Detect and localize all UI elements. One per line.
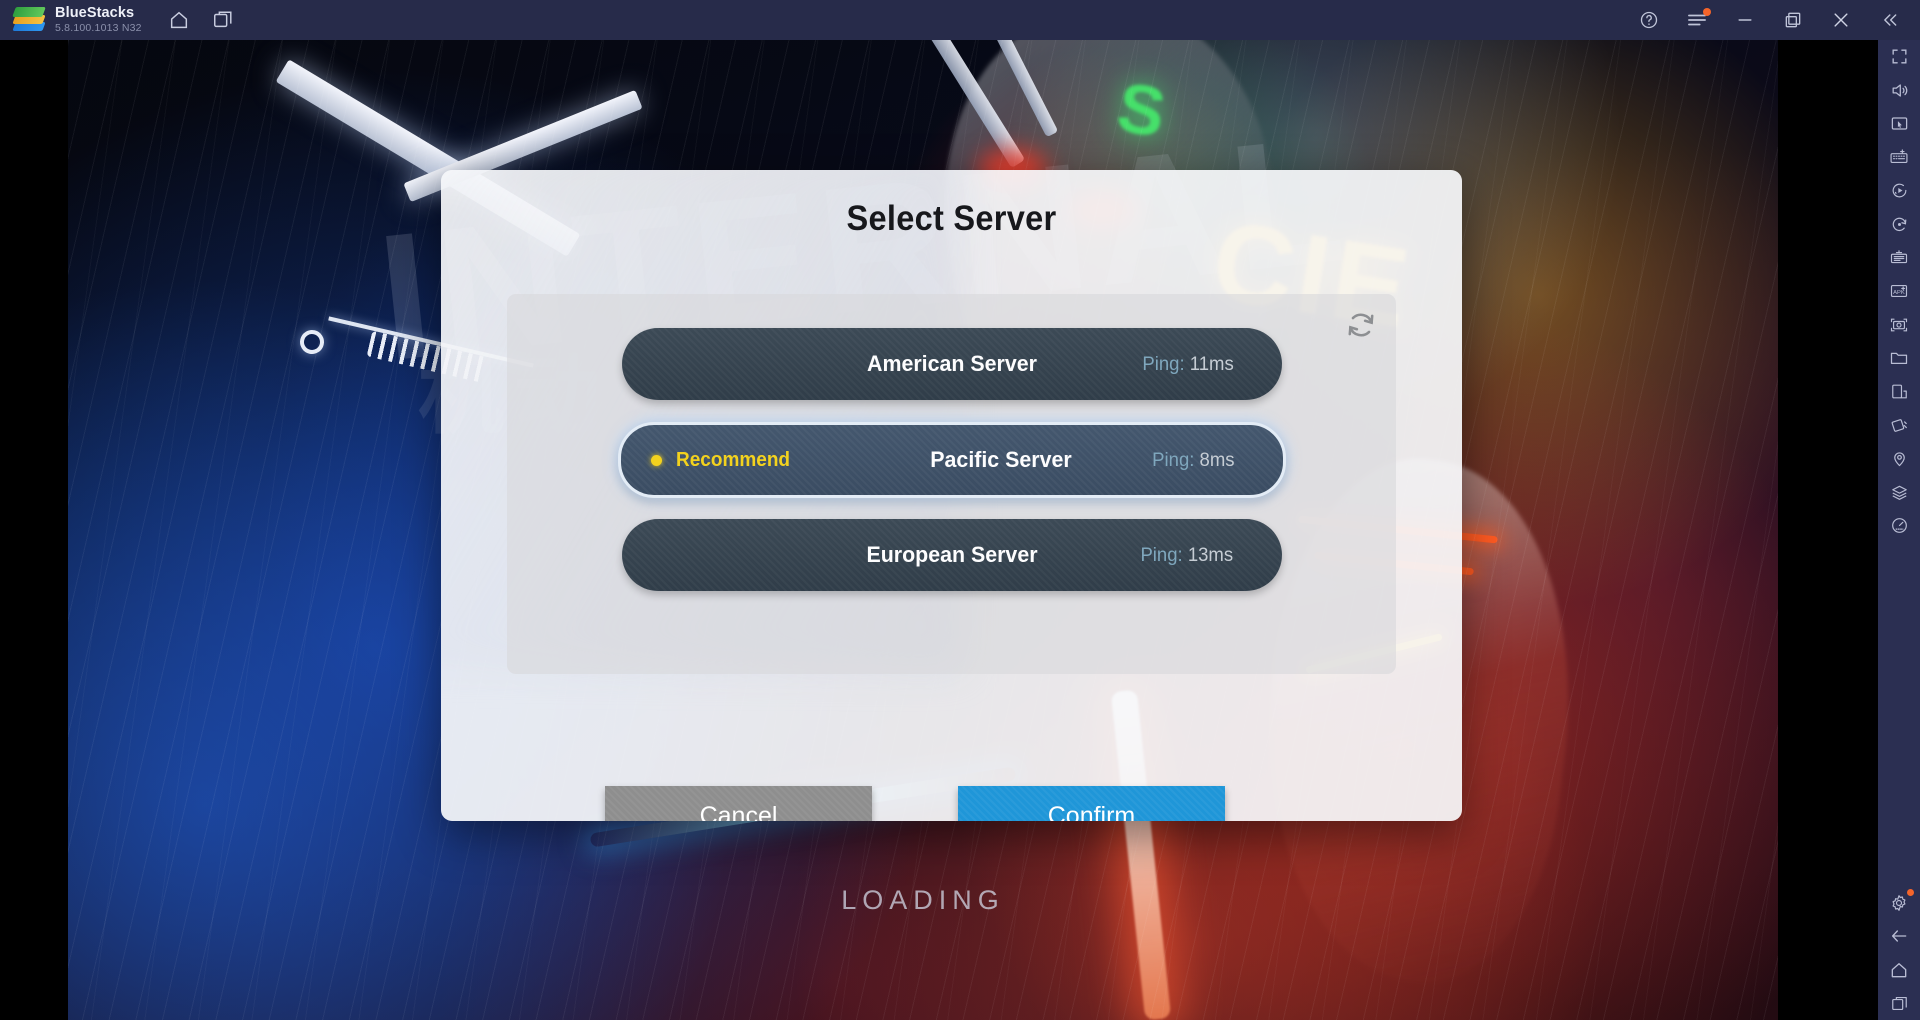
recommend-dot-icon (651, 454, 662, 466)
server-row-european[interactable]: European Server Ping: 13ms (622, 519, 1282, 591)
macro-recorder-icon[interactable] (1878, 174, 1920, 208)
svg-text:APK: APK (1893, 290, 1905, 296)
server-ping: Ping: 8ms (1152, 449, 1234, 472)
recommend-label: Recommend (676, 448, 791, 471)
ping-value: 8ms (1199, 448, 1235, 471)
app-identity: BlueStacks 5.8.100.1013 N32 (55, 6, 142, 33)
window-controls (1638, 0, 1920, 40)
settings-gear-icon[interactable] (1878, 886, 1920, 920)
select-server-dialog: Select Server American Server Ping: 11ms… (441, 170, 1462, 821)
game-viewport[interactable]: INTERNAL 机动 S CIE LOADING (68, 40, 1778, 1020)
help-icon[interactable] (1638, 9, 1660, 31)
server-list-panel: American Server Ping: 11ms Recommend Pac… (507, 294, 1396, 674)
keyboard-controls-icon[interactable] (1878, 141, 1920, 175)
home-icon[interactable] (1878, 953, 1920, 987)
recents-icon[interactable] (1878, 987, 1920, 1020)
bluestacks-logo-icon (12, 5, 46, 35)
multi-instance-manager-icon[interactable] (1878, 241, 1920, 275)
back-icon[interactable] (1878, 920, 1920, 954)
layers-icon[interactable] (1878, 476, 1920, 510)
media-folder-icon[interactable] (1878, 342, 1920, 376)
menu-icon[interactable] (1686, 8, 1711, 31)
minimize-icon[interactable] (1734, 9, 1756, 31)
recommend-badge: Recommend (651, 449, 793, 472)
server-row-pacific[interactable]: Recommend Pacific Server Ping: 8ms (618, 422, 1286, 498)
ping-label: Ping: (1140, 543, 1184, 566)
server-ping: Ping: 11ms (1142, 353, 1233, 376)
app-name: BlueStacks (55, 5, 135, 22)
home-icon[interactable] (168, 9, 190, 31)
cancel-button[interactable]: Cancel (605, 786, 872, 821)
copy-instance-icon[interactable] (1878, 375, 1920, 409)
collapse-sidebar-icon[interactable] (1878, 9, 1900, 31)
shake-icon[interactable] (1878, 409, 1920, 443)
install-apk-icon[interactable]: APK (1878, 275, 1920, 309)
refresh-icon[interactable] (1344, 308, 1378, 342)
ping-label: Ping: (1142, 352, 1185, 375)
antenna-knob-art (297, 327, 327, 357)
emulator-stage: INTERNAL 机动 S CIE LOADING (0, 40, 1848, 1020)
emulator-sidebar: APK (1878, 40, 1920, 1020)
app-version: 5.8.100.1013 N32 (55, 21, 142, 34)
bluestacks-window: BlueStacks 5.8.100.1013 N32 S LOADING Se… (0, 0, 1920, 1020)
title-bar: BlueStacks 5.8.100.1013 N32 (0, 0, 1920, 40)
close-icon[interactable] (1830, 9, 1852, 31)
loading-text: LOADING (841, 885, 1005, 915)
rotate-icon[interactable] (1878, 208, 1920, 242)
ping-label: Ping: (1152, 448, 1195, 471)
multi-instance-icon[interactable] (212, 9, 234, 31)
settings-notification-badge (1907, 889, 1914, 896)
server-ping: Ping: 13ms (1141, 544, 1234, 567)
title-bar-nav (168, 9, 234, 31)
location-pin-icon[interactable] (1878, 442, 1920, 476)
screenshot-icon[interactable] (1878, 308, 1920, 342)
server-row-american[interactable]: American Server Ping: 11ms (622, 328, 1282, 400)
maximize-icon[interactable] (1782, 9, 1804, 31)
performance-icon[interactable] (1878, 509, 1920, 543)
confirm-button[interactable]: Confirm (958, 786, 1225, 821)
fullscreen-icon[interactable] (1878, 40, 1920, 74)
menu-notification-badge (1703, 8, 1711, 16)
server-name: Pacific Server (930, 447, 1072, 472)
volume-icon[interactable] (1878, 74, 1920, 108)
ping-value: 13ms (1188, 543, 1234, 566)
dialog-title: Select Server (846, 199, 1057, 238)
ping-value: 11ms (1189, 352, 1234, 375)
pointer-mode-icon[interactable] (1878, 107, 1920, 141)
